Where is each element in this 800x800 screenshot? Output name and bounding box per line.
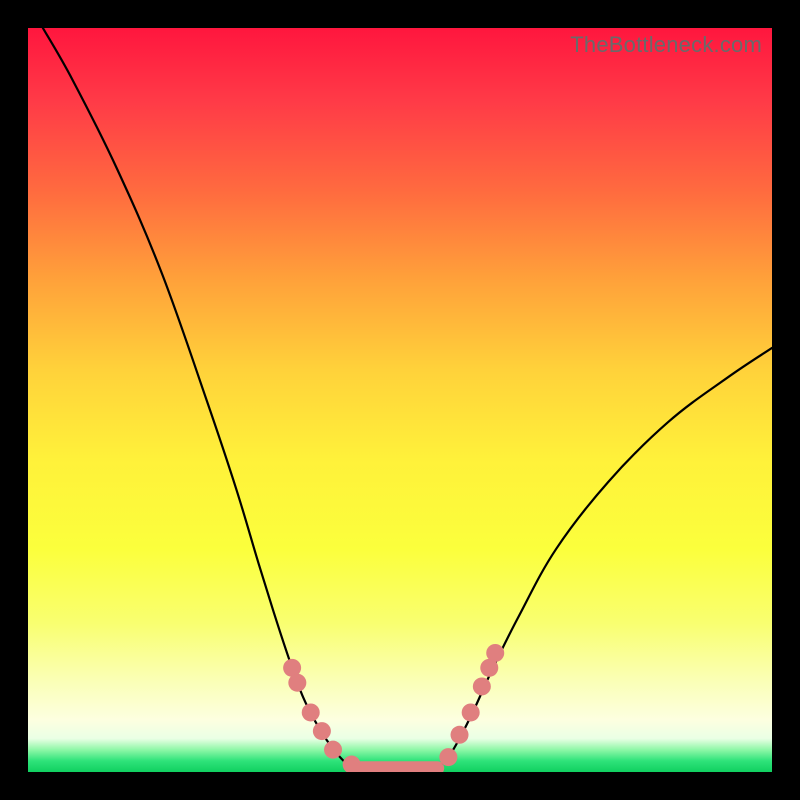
marker-right [451,726,469,744]
marker-left [302,703,320,721]
marker-right [462,703,480,721]
marker-left [343,756,361,772]
marker-right [473,677,491,695]
marker-left [324,741,342,759]
marker-right [486,644,504,662]
left-curve [43,28,359,768]
marker-left [288,674,306,692]
chart-frame: TheBottleneck.com [0,0,800,800]
marker-group [283,644,504,772]
marker-left [313,722,331,740]
right-curve [437,348,772,768]
plot-area: TheBottleneck.com [28,28,772,772]
chart-svg [28,28,772,772]
marker-right [439,748,457,766]
